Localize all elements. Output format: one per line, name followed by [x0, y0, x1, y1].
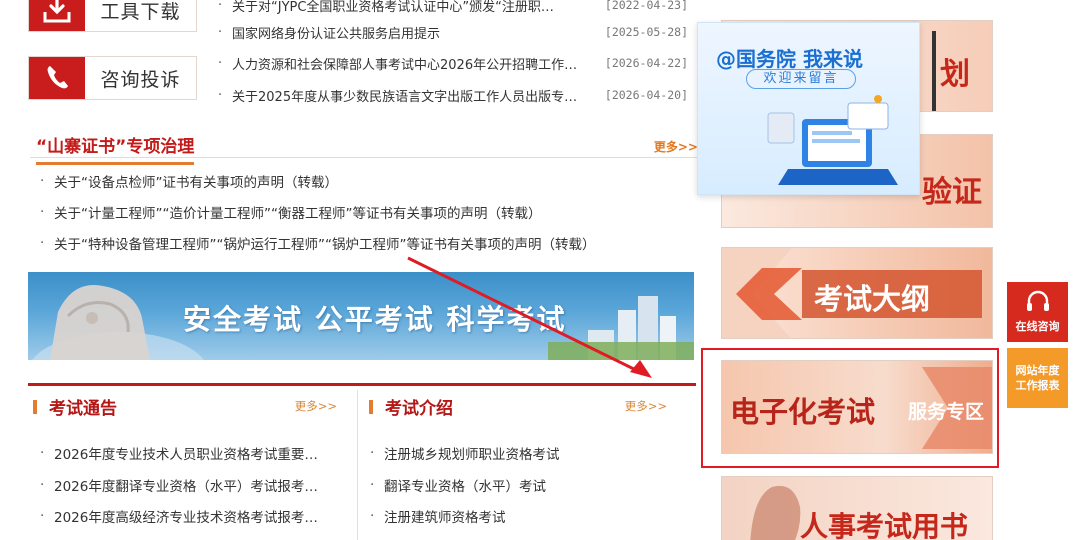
exam-notice-more-link[interactable]: 更多>>: [295, 398, 337, 414]
exam-notice-item[interactable]: · 2026年度高级经济专业技术资格考试报考…: [40, 505, 318, 527]
tool-download-button[interactable]: 工具下载: [28, 0, 197, 32]
exam-intro-item-text[interactable]: 翻译专业资格（水平）考试: [384, 475, 546, 495]
exam-intro-item[interactable]: · 注册建筑师资格考试: [370, 505, 506, 527]
fake-cert-item[interactable]: · 关于“设备点检师”证书有关事项的声明（转载）: [40, 170, 338, 192]
download-icon: [29, 0, 85, 31]
eexam-sub-text: 服务专区: [908, 401, 985, 423]
exam-intro-header: 考试介绍 更多>>: [369, 394, 667, 422]
columns-top-rule: [28, 383, 696, 386]
exam-intro-item[interactable]: · 注册城乡规划师职业资格考试: [370, 442, 560, 464]
fake-cert-item-text[interactable]: 关于“特种设备管理工程师”“锅炉运行工程师”“锅炉工程师”等证书有关事项的声明（…: [54, 233, 595, 253]
popup-subtitle: 欢迎来留言: [746, 69, 856, 89]
online-consult-label: 在线咨询: [1015, 320, 1060, 333]
news-title[interactable]: 国家网络身份认证公共服务启用提示: [232, 23, 598, 42]
news-title[interactable]: 人力资源和社会保障部人事考试中心2026年公开招聘工作…: [232, 54, 598, 73]
exam-notice-title[interactable]: 考试通告: [49, 394, 117, 419]
exam-intro-title[interactable]: 考试介绍: [385, 394, 453, 419]
popup-title: @国务院 我来说: [716, 47, 863, 71]
laptop-illustration: [767, 95, 898, 185]
fake-cert-section-header: “山寨证书”专项治理 更多>>: [30, 128, 698, 165]
news-date: [2025-05-28]: [604, 25, 688, 39]
exam-intro-item-text[interactable]: 注册城乡规划师职业资格考试: [384, 443, 560, 463]
exam-intro-more-link[interactable]: 更多>>: [625, 398, 667, 414]
news-date: [2022-04-23]: [604, 0, 688, 12]
eexam-main-text: 电子化考试: [730, 395, 876, 429]
phone-icon: [29, 57, 85, 99]
online-consult-button[interactable]: 在线咨询: [1007, 282, 1068, 342]
fake-cert-item-text[interactable]: 关于“计量工程师”“造价计量工程师”“衡器工程师”等证书有关事项的声明（转载）: [54, 202, 541, 222]
syllabus-banner-text: 考试大纲: [814, 282, 931, 316]
exam-intro-item[interactable]: · 翻译专业资格（水平）考试: [370, 474, 546, 496]
news-item[interactable]: · 国家网络身份认证公共服务启用提示 [2025-05-28]: [218, 21, 688, 43]
exam-books-banner[interactable]: 人事考试用书: [721, 476, 993, 540]
headset-icon: [1026, 290, 1049, 311]
exam-notice-item-text[interactable]: 2026年度专业技术人员职业资格考试重要…: [54, 443, 318, 463]
news-date: [2026-04-22]: [604, 56, 688, 70]
state-council-message-popup[interactable]: @国务院 我来说 欢迎来留言: [697, 22, 920, 195]
annual-report-button[interactable]: 网站年度 工作报表: [1007, 348, 1068, 408]
exam-books-text: 人事考试用书: [800, 510, 969, 540]
exam-notice-item[interactable]: · 2026年度翻译专业资格（水平）考试报考…: [40, 474, 318, 496]
exam-intro-item-text[interactable]: 注册建筑师资格考试: [384, 506, 506, 526]
news-item[interactable]: · 关于对“JYPC全国职业资格考试认证中心”颁发“注册职… [2022-04-…: [218, 0, 688, 16]
news-title[interactable]: 关于2025年度从事少数民族语言文字出版工作人员出版专…: [232, 86, 598, 105]
consult-complaint-label: 咨询投诉: [100, 68, 181, 91]
fake-cert-item[interactable]: · 关于“特种设备管理工程师”“锅炉运行工程师”“锅炉工程师”等证书有关事项的声…: [40, 232, 595, 254]
fake-cert-item[interactable]: · 关于“计量工程师”“造价计量工程师”“衡器工程师”等证书有关事项的声明（转载…: [40, 201, 541, 223]
exam-notice-item-text[interactable]: 2026年度高级经济专业技术资格考试报考…: [54, 506, 318, 526]
news-item[interactable]: · 关于2025年度从事少数民族语言文字出版工作人员出版专… [2026-04-…: [218, 84, 688, 106]
fake-cert-item-text[interactable]: 关于“设备点检师”证书有关事项的声明（转载）: [54, 171, 338, 191]
fake-cert-more-link[interactable]: 更多>>: [654, 138, 698, 155]
annual-report-label: 网站年度 工作报表: [1015, 364, 1060, 392]
news-date: [2026-04-20]: [604, 88, 688, 102]
syllabus-banner[interactable]: 考试大纲: [721, 247, 993, 339]
fake-cert-title[interactable]: “山寨证书”专项治理: [36, 132, 195, 165]
exam-notice-item[interactable]: · 2026年度专业技术人员职业资格考试重要…: [40, 442, 318, 464]
exam-slogan-banner[interactable]: 安全考试 公平考试 科学考试: [28, 272, 694, 360]
banner-slogan: 安全考试 公平考试 科学考试: [183, 303, 567, 336]
consult-complaint-button[interactable]: 咨询投诉: [28, 56, 197, 100]
tool-download-label: 工具下载: [100, 0, 181, 23]
exam-notice-header: 考试通告 更多>>: [33, 394, 337, 422]
news-item[interactable]: · 人力资源和社会保障部人事考试中心2026年公开招聘工作… [2026-04-…: [218, 52, 688, 74]
eexam-service-banner[interactable]: 电子化考试 服务专区: [721, 360, 993, 454]
exam-notice-item-text[interactable]: 2026年度翻译专业资格（水平）考试报考…: [54, 475, 318, 495]
plan-banner-text: 划: [940, 57, 970, 92]
verify-banner-text: 验证: [922, 175, 982, 210]
news-title[interactable]: 关于对“JYPC全国职业资格考试认证中心”颁发“注册职…: [232, 0, 598, 15]
